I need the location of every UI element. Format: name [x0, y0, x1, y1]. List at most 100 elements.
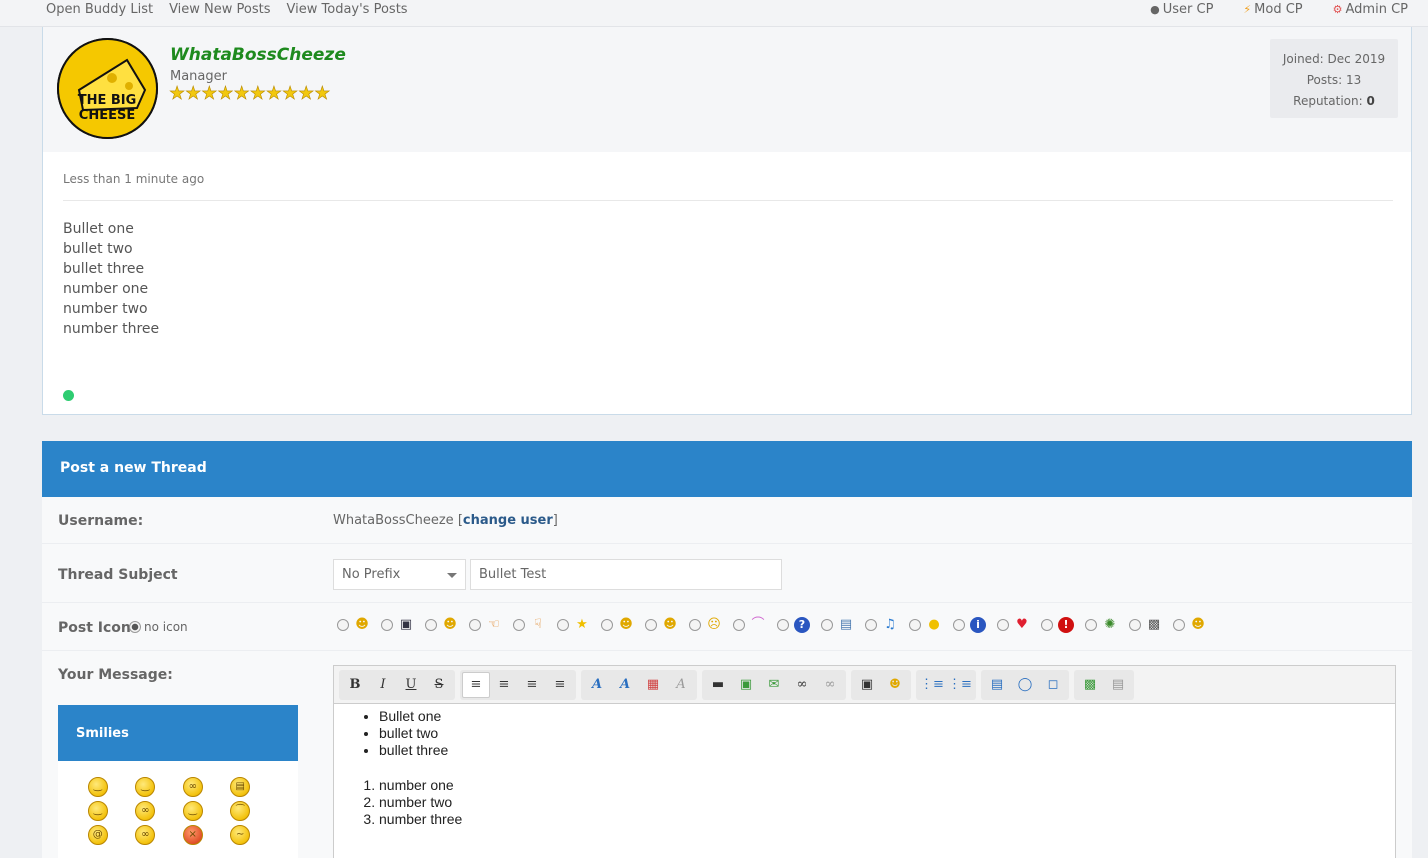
quote-icon[interactable]: ◻: [1039, 672, 1067, 698]
cool-smiley-icon[interactable]: ∞: [182, 777, 203, 797]
post-icon-radio[interactable]: [557, 619, 569, 631]
sad-smiley-icon[interactable]: ⁀: [230, 801, 251, 821]
code-icon[interactable]: ▤: [983, 672, 1011, 698]
reputation-value[interactable]: 0: [1366, 94, 1374, 108]
post-icon-radio[interactable]: [909, 619, 921, 631]
post-icon-radio[interactable]: [337, 619, 349, 631]
smile-smiley-icon[interactable]: ‿: [87, 777, 108, 797]
post-icon-option[interactable]: !: [1041, 617, 1085, 633]
font-size-button[interactable]: A: [611, 672, 639, 698]
bullet-list-icon[interactable]: ⋮≡: [918, 672, 946, 698]
emoticon-icon[interactable]: ☻: [881, 672, 909, 698]
horizontal-rule-icon[interactable]: ▬: [704, 672, 732, 698]
svg-text:CHEESE: CHEESE: [79, 108, 135, 123]
font-color-icon[interactable]: ▦: [639, 672, 667, 698]
change-user-link[interactable]: change user: [463, 513, 553, 528]
insert-email-icon[interactable]: ✉: [760, 672, 788, 698]
underline-button[interactable]: U: [397, 672, 425, 698]
post-icon-radio[interactable]: [821, 619, 833, 631]
happy-smiley-icon[interactable]: ‿: [135, 777, 156, 797]
php-icon[interactable]: ◯: [1011, 672, 1039, 698]
editor-bullet-list: Bullet one bullet two bullet three: [379, 708, 1395, 759]
bold-button[interactable]: B: [341, 672, 369, 698]
post-icon-radio[interactable]: [997, 619, 1009, 631]
post-icon-option[interactable]: ?: [777, 617, 821, 633]
insert-link-icon[interactable]: ∞: [788, 672, 816, 698]
author-name-link[interactable]: WhataBossCheeze: [170, 45, 346, 65]
no-icon-option[interactable]: no icon: [129, 620, 188, 634]
remove-format-button[interactable]: A: [667, 672, 695, 698]
post-icon-option[interactable]: i: [953, 617, 997, 633]
prefix-select[interactable]: No Prefix: [333, 559, 466, 590]
open-buddy-list-link[interactable]: Open Buddy List: [46, 2, 153, 17]
post-icon-option[interactable]: ★: [557, 617, 601, 633]
source-mode-icon[interactable]: ▤: [1104, 672, 1132, 698]
post-icon-radio[interactable]: [425, 619, 437, 631]
sly-smiley-icon[interactable]: ‿: [182, 801, 203, 821]
post-icon-option[interactable]: ☜: [469, 617, 513, 633]
editor-content-area[interactable]: Bullet one bullet two bullet three numbe…: [334, 704, 1395, 828]
angry-smiley-icon[interactable]: ×: [182, 825, 203, 845]
wink-smiley-icon[interactable]: ‿: [87, 801, 108, 821]
angel-smiley-icon[interactable]: ∞: [135, 825, 156, 845]
post-icon-radio[interactable]: [953, 619, 965, 631]
align-left-button[interactable]: ≡: [462, 671, 490, 698]
admin-cp-link[interactable]: ⚙ Admin CP: [1333, 2, 1408, 17]
insert-video-icon[interactable]: ▣: [853, 672, 881, 698]
username-row: Username: WhataBossCheeze [change user]: [42, 497, 1412, 544]
font-name-button[interactable]: A: [583, 672, 611, 698]
post-icon-radio[interactable]: [1173, 619, 1185, 631]
post-icon-option[interactable]: ☻: [1173, 617, 1217, 633]
justify-button[interactable]: ≡: [546, 672, 574, 698]
avatar[interactable]: THE BIG CHEESE: [57, 38, 158, 139]
align-right-button[interactable]: ≡: [518, 672, 546, 698]
maximize-icon[interactable]: ▩: [1076, 672, 1104, 698]
align-center-button[interactable]: ≡: [490, 672, 518, 698]
at-smiley-icon[interactable]: @: [87, 825, 108, 845]
post-icon-option[interactable]: ▤: [821, 617, 865, 633]
post-icon-option[interactable]: ♥: [997, 617, 1041, 633]
post-icon-radio[interactable]: [1129, 619, 1141, 631]
smilies-header: Smilies: [58, 705, 298, 761]
post-icon-option[interactable]: ☹: [689, 617, 733, 633]
post-icon-radio[interactable]: [689, 619, 701, 631]
post-icon-option[interactable]: ▩: [1129, 617, 1173, 633]
post-icon-option[interactable]: ☻: [645, 617, 689, 633]
post-icon-option[interactable]: ☻: [337, 617, 381, 633]
post-icon-option[interactable]: ●: [909, 617, 953, 633]
numbered-list-icon[interactable]: ⋮≡: [946, 672, 974, 698]
film-icon: ▣: [399, 617, 413, 632]
post-icon-option[interactable]: ♫: [865, 617, 909, 633]
post-icon-option[interactable]: ✺: [1085, 617, 1129, 633]
post-icon-radio[interactable]: [777, 619, 789, 631]
view-new-posts-link[interactable]: View New Posts: [169, 2, 270, 17]
user-cp-link[interactable]: ● User CP: [1150, 2, 1213, 17]
strikethrough-button[interactable]: S: [425, 672, 453, 698]
tongue-icon: ☻: [443, 617, 457, 632]
no-icon-radio[interactable]: [129, 621, 141, 633]
post-icon-radio[interactable]: [865, 619, 877, 631]
post-icon-radio[interactable]: [469, 619, 481, 631]
unlink-icon[interactable]: ∞: [816, 672, 844, 698]
big-grin-smiley-icon[interactable]: ▤: [230, 777, 251, 797]
thread-subject-input[interactable]: [470, 559, 782, 590]
post-icon-radio[interactable]: [1085, 619, 1097, 631]
post-icon-option[interactable]: ▣: [381, 617, 425, 633]
post-icon-radio[interactable]: [513, 619, 525, 631]
post-icon-radio[interactable]: [645, 619, 657, 631]
post-icon-option[interactable]: ☻: [425, 617, 469, 633]
insert-image-icon[interactable]: ▣: [732, 672, 760, 698]
post-icon-radio[interactable]: [733, 619, 745, 631]
rainbow-icon: ⌒: [751, 617, 765, 632]
mod-cp-link[interactable]: ⚡ Mod CP: [1243, 2, 1302, 17]
post-icon-radio[interactable]: [1041, 619, 1053, 631]
dizzy-smiley-icon[interactable]: ∞: [135, 801, 156, 821]
post-icon-option[interactable]: ⌒: [733, 617, 777, 633]
post-icon-radio[interactable]: [381, 619, 393, 631]
view-todays-posts-link[interactable]: View Today's Posts: [287, 2, 408, 17]
post-icon-radio[interactable]: [601, 619, 613, 631]
confused-smiley-icon[interactable]: ∼: [230, 825, 251, 845]
italic-button[interactable]: I: [369, 672, 397, 698]
post-icon-option[interactable]: ☻: [601, 617, 645, 633]
post-icon-option[interactable]: ☟: [513, 617, 557, 633]
